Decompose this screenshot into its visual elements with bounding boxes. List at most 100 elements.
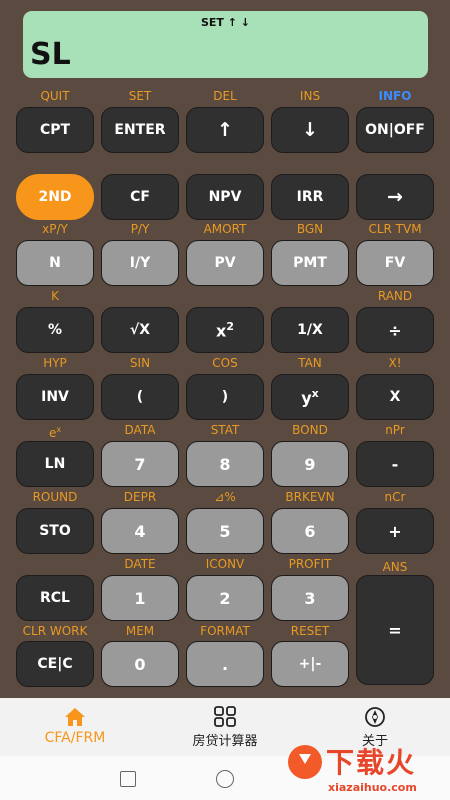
calc-key[interactable]: I/Y xyxy=(101,240,179,286)
secondary-label: X! xyxy=(353,356,437,370)
calc-key[interactable]: LN xyxy=(16,441,94,487)
calc-key[interactable]: √X xyxy=(101,307,179,353)
secondary-label-text: X! xyxy=(388,356,402,370)
key-label: 0 xyxy=(134,655,145,674)
key-label-text: CF xyxy=(130,189,150,205)
calc-key[interactable]: NPV xyxy=(186,174,264,220)
calc-key[interactable]: yx xyxy=(271,374,349,420)
calc-key[interactable]: PV xyxy=(186,240,264,286)
calc-key[interactable]: 3 xyxy=(271,575,349,621)
calc-key[interactable]: X xyxy=(356,374,434,420)
key-label-text: % xyxy=(47,322,63,338)
secondary-label-text: ANS xyxy=(382,560,408,574)
calc-key[interactable]: - xyxy=(356,441,434,487)
calc-key[interactable]: 6 xyxy=(271,508,349,554)
secondary-label-text: ⊿% xyxy=(214,490,236,504)
key-label-text: 4 xyxy=(134,521,146,541)
secondary-label: SET xyxy=(98,89,182,103)
secondary-label-text: DEL xyxy=(213,89,237,103)
calc-key[interactable]: 9 xyxy=(271,441,349,487)
secondary-label-text: BGN xyxy=(296,222,324,236)
secondary-label: DATA xyxy=(98,423,182,437)
key-label-text: INV xyxy=(41,389,69,405)
secondary-label-text: ICONV xyxy=(205,557,245,571)
calc-key[interactable]: 5 xyxy=(186,508,264,554)
calc-key[interactable]: ON|OFF xyxy=(356,107,434,153)
calc-key[interactable]: 4 xyxy=(101,508,179,554)
calc-key[interactable]: ENTER xyxy=(101,107,179,153)
calc-key[interactable]: PMT xyxy=(271,240,349,286)
key-label: 2ND xyxy=(38,189,71,205)
key-label: NPV xyxy=(209,189,242,205)
key-label-text: + xyxy=(388,521,402,541)
key-label-superscript: 2 xyxy=(226,319,234,333)
calc-key[interactable]: CF xyxy=(101,174,179,220)
calc-key[interactable]: INV xyxy=(16,374,94,420)
key-label: ENTER xyxy=(114,122,165,138)
secondary-label: TAN xyxy=(268,356,352,370)
recent-apps-icon[interactable] xyxy=(120,771,136,787)
key-label: +|- xyxy=(299,656,322,672)
calc-key[interactable]: ↓ xyxy=(271,107,349,153)
key-label-text: → xyxy=(387,186,403,208)
calc-key[interactable]: 2ND xyxy=(16,174,94,220)
key-label: X xyxy=(390,389,401,405)
key-label: 5 xyxy=(219,522,230,541)
calc-key[interactable]: ↑ xyxy=(186,107,264,153)
calc-key[interactable]: → xyxy=(356,174,434,220)
calc-key[interactable]: N xyxy=(16,240,94,286)
secondary-label: STAT xyxy=(183,423,267,437)
calc-key[interactable]: + xyxy=(356,508,434,554)
calc-key[interactable]: ) xyxy=(186,374,264,420)
calc-key[interactable]: 8 xyxy=(186,441,264,487)
calc-key[interactable]: % xyxy=(16,307,94,353)
calc-key[interactable]: IRR xyxy=(271,174,349,220)
calc-key[interactable]: 7 xyxy=(101,441,179,487)
calc-key[interactable]: 1 xyxy=(101,575,179,621)
secondary-label-text: DATE xyxy=(124,557,156,571)
calc-key[interactable]: 1/X xyxy=(271,307,349,353)
secondary-label-text: xP/Y xyxy=(42,222,68,236)
secondary-label: BRKEVN xyxy=(268,490,352,504)
key-label-text: STO xyxy=(39,523,71,539)
calc-key[interactable]: STO xyxy=(16,508,94,554)
secondary-label-text: DEPR xyxy=(123,490,157,504)
calc-key[interactable]: CE|C xyxy=(16,641,94,687)
secondary-label-text: SET xyxy=(128,89,152,103)
secondary-label-text: STAT xyxy=(210,423,240,437)
calc-key[interactable]: RCL xyxy=(16,575,94,621)
calc-key[interactable]: +|- xyxy=(271,641,349,687)
key-label: LN xyxy=(45,456,66,472)
secondary-label: BOND xyxy=(268,423,352,437)
secondary-label: P/Y xyxy=(98,222,182,236)
nav-item-cfa-frm[interactable]: CFA/FRM xyxy=(0,698,150,756)
calc-key[interactable]: x2 xyxy=(186,307,264,353)
calc-key[interactable]: FV xyxy=(356,240,434,286)
key-label-text: 1 xyxy=(134,588,146,608)
calc-key[interactable]: = xyxy=(356,575,434,685)
secondary-label: INS xyxy=(268,89,352,103)
secondary-label-text: DATA xyxy=(124,423,156,437)
key-label-text: NPV xyxy=(208,189,242,205)
secondary-label-text: SIN xyxy=(129,356,151,370)
key-label: = xyxy=(388,621,401,640)
secondary-label: DEPR xyxy=(98,490,182,504)
key-label: INV xyxy=(41,389,69,405)
key-label-text: 9 xyxy=(304,454,316,474)
calc-key[interactable]: . xyxy=(186,641,264,687)
home-button-icon[interactable] xyxy=(216,770,234,788)
secondary-label: ROUND xyxy=(13,490,97,504)
secondary-label-text: ROUND xyxy=(32,490,78,504)
key-label: 8 xyxy=(219,455,230,474)
secondary-label: AMORT xyxy=(183,222,267,236)
secondary-label: FORMAT xyxy=(183,624,267,638)
calc-key[interactable]: 2 xyxy=(186,575,264,621)
secondary-label-text: INS xyxy=(299,89,321,103)
key-label-text: ↓ xyxy=(302,119,318,141)
watermark-site: xiazaihuo.com xyxy=(328,781,417,794)
calc-key[interactable]: ÷ xyxy=(356,307,434,353)
calc-key[interactable]: ( xyxy=(101,374,179,420)
calc-key[interactable]: 0 xyxy=(101,641,179,687)
key-label: ) xyxy=(222,389,228,405)
calc-key[interactable]: CPT xyxy=(16,107,94,153)
